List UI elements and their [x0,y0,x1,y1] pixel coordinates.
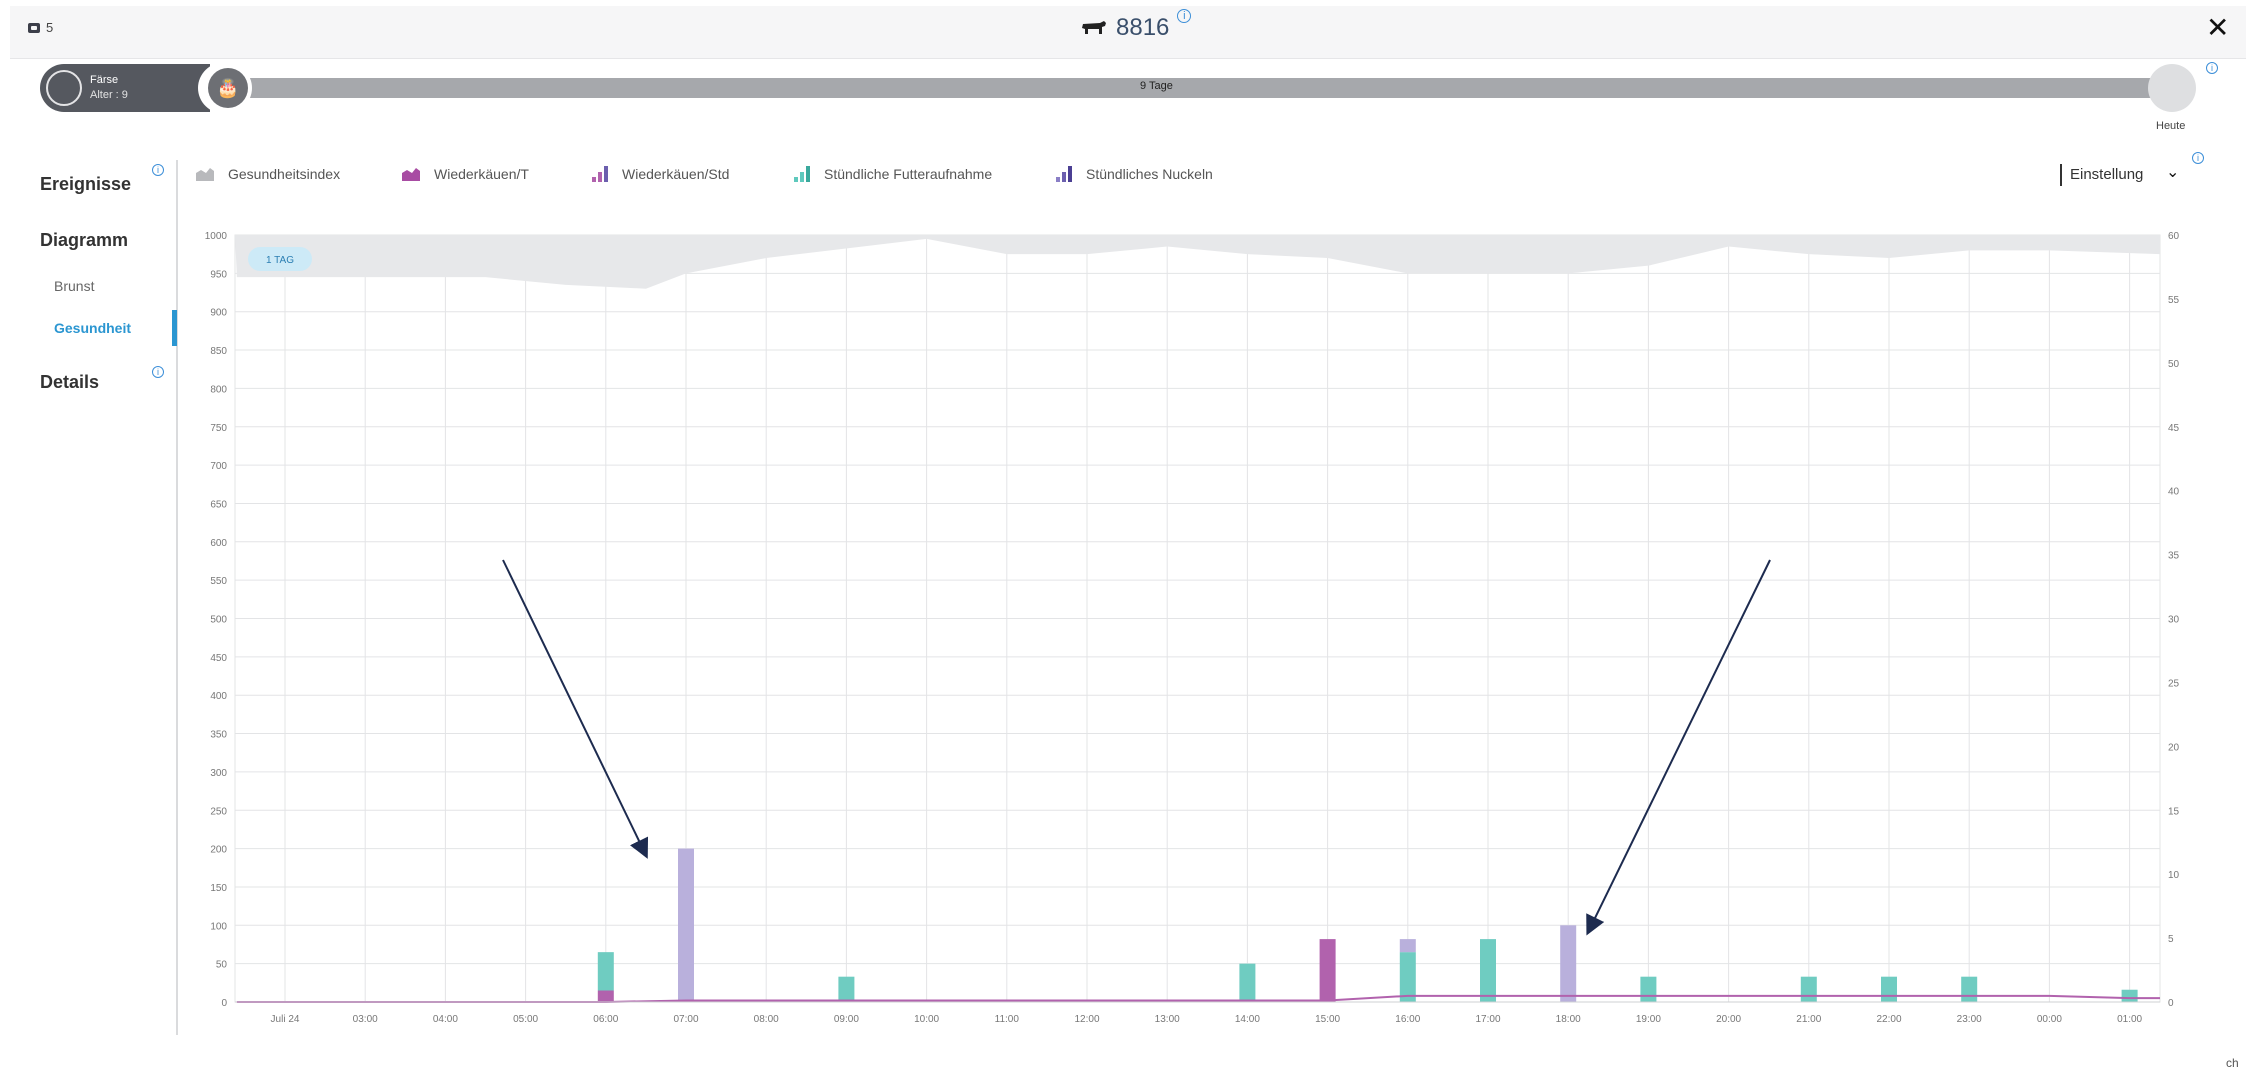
bar-wiederk-uen-std [1319,939,1336,1002]
y-left-tick-label: 0 [221,998,227,1009]
annotation-arrow [502,559,649,859]
x-tick-label: 10:00 [914,1014,939,1025]
x-tick-label: 03:00 [353,1014,378,1025]
y-left-tick-label: 150 [210,883,227,894]
y-right-tick-label: 30 [2168,615,2180,626]
y-right-tick-label: 15 [2168,806,2180,817]
bar-st-ndliche-futteraufnahme [1961,976,1978,1002]
y-left-tick-label: 600 [210,538,227,549]
x-tick-label: Juli 24 [271,1014,300,1025]
y-left-tick-label: 100 [210,921,227,932]
x-tick-label: 18:00 [1556,1014,1581,1025]
x-tick-label: 16:00 [1395,1014,1420,1025]
x-tick-label: 07:00 [673,1014,698,1025]
y-left-tick-label: 850 [210,346,227,357]
bar-st-ndliche-futteraufnahme [597,952,614,991]
x-tick-label: 09:00 [834,1014,859,1025]
y-right-tick-label: 20 [2168,742,2180,753]
y-right-tick-label: 55 [2168,295,2180,306]
bar-st-ndliche-futteraufnahme [838,976,855,1002]
y-left-tick-label: 550 [210,576,227,587]
y-left-tick-label: 50 [216,960,228,971]
bar-wiederk-uen-std [597,990,614,1002]
bar-st-ndliche-futteraufnahme [1239,963,1256,1002]
x-tick-label: 20:00 [1716,1014,1741,1025]
x-tick-label: 04:00 [433,1014,458,1025]
x-tick-label: 12:00 [1074,1014,1099,1025]
y-left-tick-label: 700 [210,461,227,472]
y-left-tick-label: 450 [210,653,227,664]
y-right-tick-label: 40 [2168,487,2180,498]
y-right-tick-label: 5 [2168,934,2174,945]
y-left-tick-label: 750 [210,423,227,434]
annotation-arrow [1586,559,1771,936]
y-right-tick-label: 10 [2168,870,2180,881]
y-right-tick-label: 0 [2168,998,2174,1009]
x-tick-label: 15:00 [1315,1014,1340,1025]
bar-st-ndliche-futteraufnahme [1640,976,1657,1002]
gesundheitsindex-area [235,235,2160,289]
y-left-tick-label: 800 [210,384,227,395]
x-tick-label: 14:00 [1235,1014,1260,1025]
x-tick-label: 00:00 [2037,1014,2062,1025]
x-tick-label: 19:00 [1636,1014,1661,1025]
y-right-tick-label: 60 [2168,231,2180,242]
y-left-tick-label: 250 [210,806,227,817]
y-left-tick-label: 350 [210,730,227,741]
period-badge-label: 1 TAG [266,255,294,266]
y-left-tick-label: 1000 [205,231,228,242]
y-left-tick-label: 300 [210,768,227,779]
bar-st-ndliches-nuckeln [1560,925,1577,1002]
x-tick-label: 08:00 [754,1014,779,1025]
x-tick-label: 06:00 [593,1014,618,1025]
x-tick-label: 22:00 [1876,1014,1901,1025]
x-tick-label: 11:00 [995,1014,1020,1025]
y-left-tick-label: 200 [210,845,227,856]
health-chart: 1 TAG 0501001502002503003504004505005506… [205,231,2180,1025]
y-right-tick-label: 35 [2168,551,2180,562]
bar-st-ndliches-nuckeln [1399,939,1416,953]
y-left-tick-label: 650 [210,499,227,510]
bar-st-ndliche-futteraufnahme [2121,989,2138,1002]
x-tick-label: 05:00 [513,1014,538,1025]
bar-st-ndliche-futteraufnahme [1881,976,1897,1002]
y-left-tick-label: 950 [210,269,227,280]
bar-st-ndliche-futteraufnahme [1800,976,1817,1002]
x-tick-label: 23:00 [1957,1014,1982,1025]
x-tick-label: 13:00 [1155,1014,1180,1025]
y-left-tick-label: 400 [210,691,227,702]
bar-st-ndliche-futteraufnahme [1399,952,1416,1002]
x-tick-label: 01:00 [2117,1014,2142,1025]
y-right-tick-label: 25 [2168,678,2180,689]
bar-st-ndliches-nuckeln [678,848,694,1002]
y-right-tick-label: 50 [2168,359,2180,370]
x-tick-label: 17:00 [1475,1014,1500,1025]
bar-st-ndliche-futteraufnahme [1480,939,1496,1002]
x-tick-label: 21:00 [1796,1014,1821,1025]
corner-text: ch [2226,1056,2239,1070]
y-left-tick-label: 500 [210,615,227,626]
y-left-tick-label: 900 [210,308,227,319]
y-right-tick-label: 45 [2168,423,2180,434]
